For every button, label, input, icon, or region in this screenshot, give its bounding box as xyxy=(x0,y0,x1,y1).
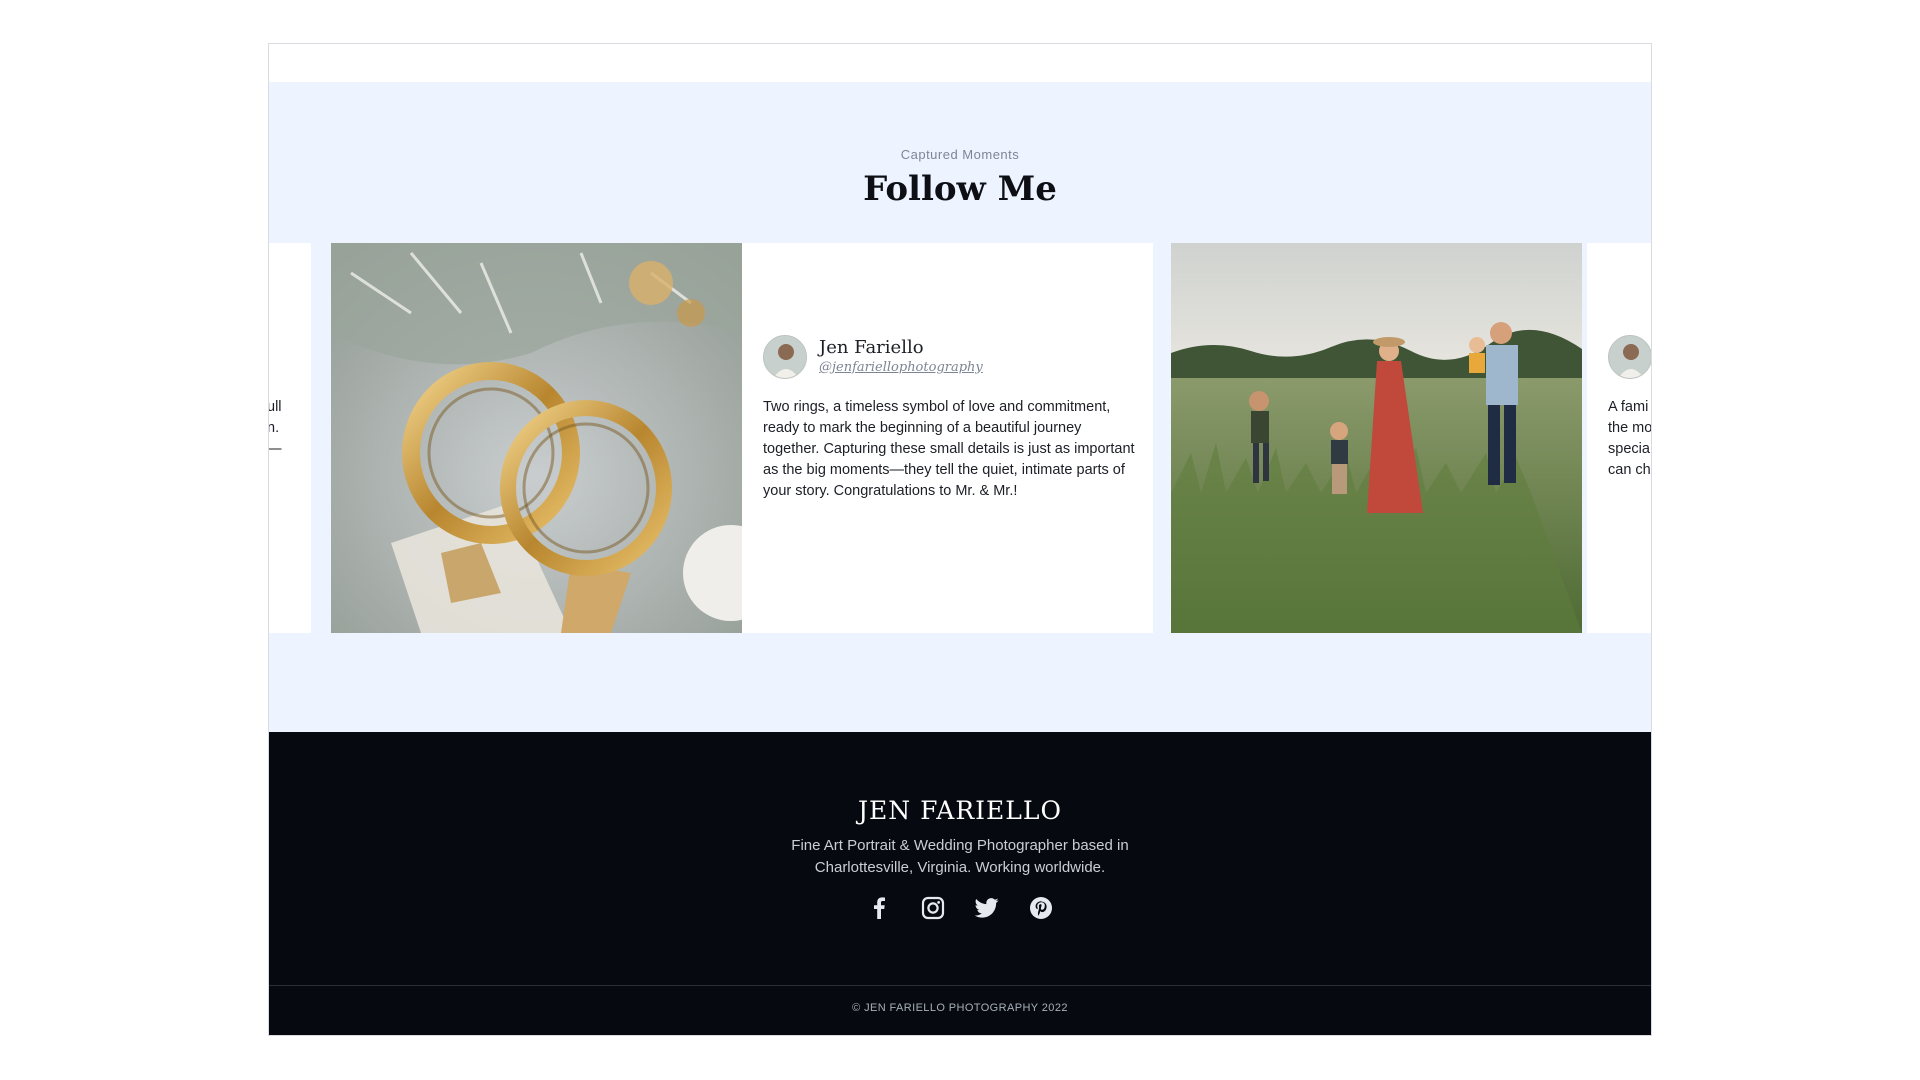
carousel-card-partial-right[interactable]: A fami the mo specia can ch xyxy=(1587,243,1652,633)
social-links xyxy=(269,892,1651,924)
avatar xyxy=(763,335,807,379)
post-card-body: Jen Fariello @jenfariellophotography Two… xyxy=(742,243,1153,633)
instagram-icon[interactable] xyxy=(917,892,949,924)
post-caption-partial: ull n. — xyxy=(268,399,282,457)
pinterest-icon[interactable] xyxy=(1025,892,1057,924)
copyright: © JEN FARIELLO PHOTOGRAPHY 2022 xyxy=(852,1002,1068,1014)
post-caption-partial: A fami the mo specia can ch xyxy=(1608,399,1652,478)
page-frame: Captured Moments Follow Me ull n. — Jen … xyxy=(268,43,1652,1036)
section-title: Follow Me xyxy=(863,169,1057,209)
post-photo-family[interactable] xyxy=(1171,243,1582,633)
site-footer: JEN FARIELLO Fine Art Portrait & Wedding… xyxy=(269,732,1651,1035)
footer-tagline: Fine Art Portrait & Wedding Photographer… xyxy=(791,837,1129,876)
carousel-card-partial-left[interactable]: ull n. — xyxy=(268,243,311,633)
post-card[interactable]: Jen Fariello @jenfariellophotography Two… xyxy=(742,243,1153,633)
post-author: Jen Fariello @jenfariellophotography xyxy=(763,335,983,379)
post-caption: Two rings, a timeless symbol of love and… xyxy=(763,399,1135,499)
follow-section: Captured Moments Follow Me ull n. — Jen … xyxy=(269,82,1651,732)
section-eyebrow: Captured Moments xyxy=(900,147,1020,162)
author-handle-link[interactable]: @jenfariellophotography xyxy=(819,359,983,377)
family-photo xyxy=(1171,243,1582,633)
rings-photo xyxy=(331,243,742,633)
author-name: Jen Fariello xyxy=(819,337,924,358)
facebook-icon[interactable] xyxy=(863,892,895,924)
avatar xyxy=(1608,335,1651,379)
post-photo-rings[interactable] xyxy=(331,243,742,633)
instagram-carousel[interactable]: ull n. — Jen Fariello @jenfariellophotog… xyxy=(269,243,1651,633)
footer-divider xyxy=(269,985,1651,986)
footer-brand: JEN FARIELLO xyxy=(858,796,1062,825)
twitter-icon[interactable] xyxy=(971,892,1003,924)
